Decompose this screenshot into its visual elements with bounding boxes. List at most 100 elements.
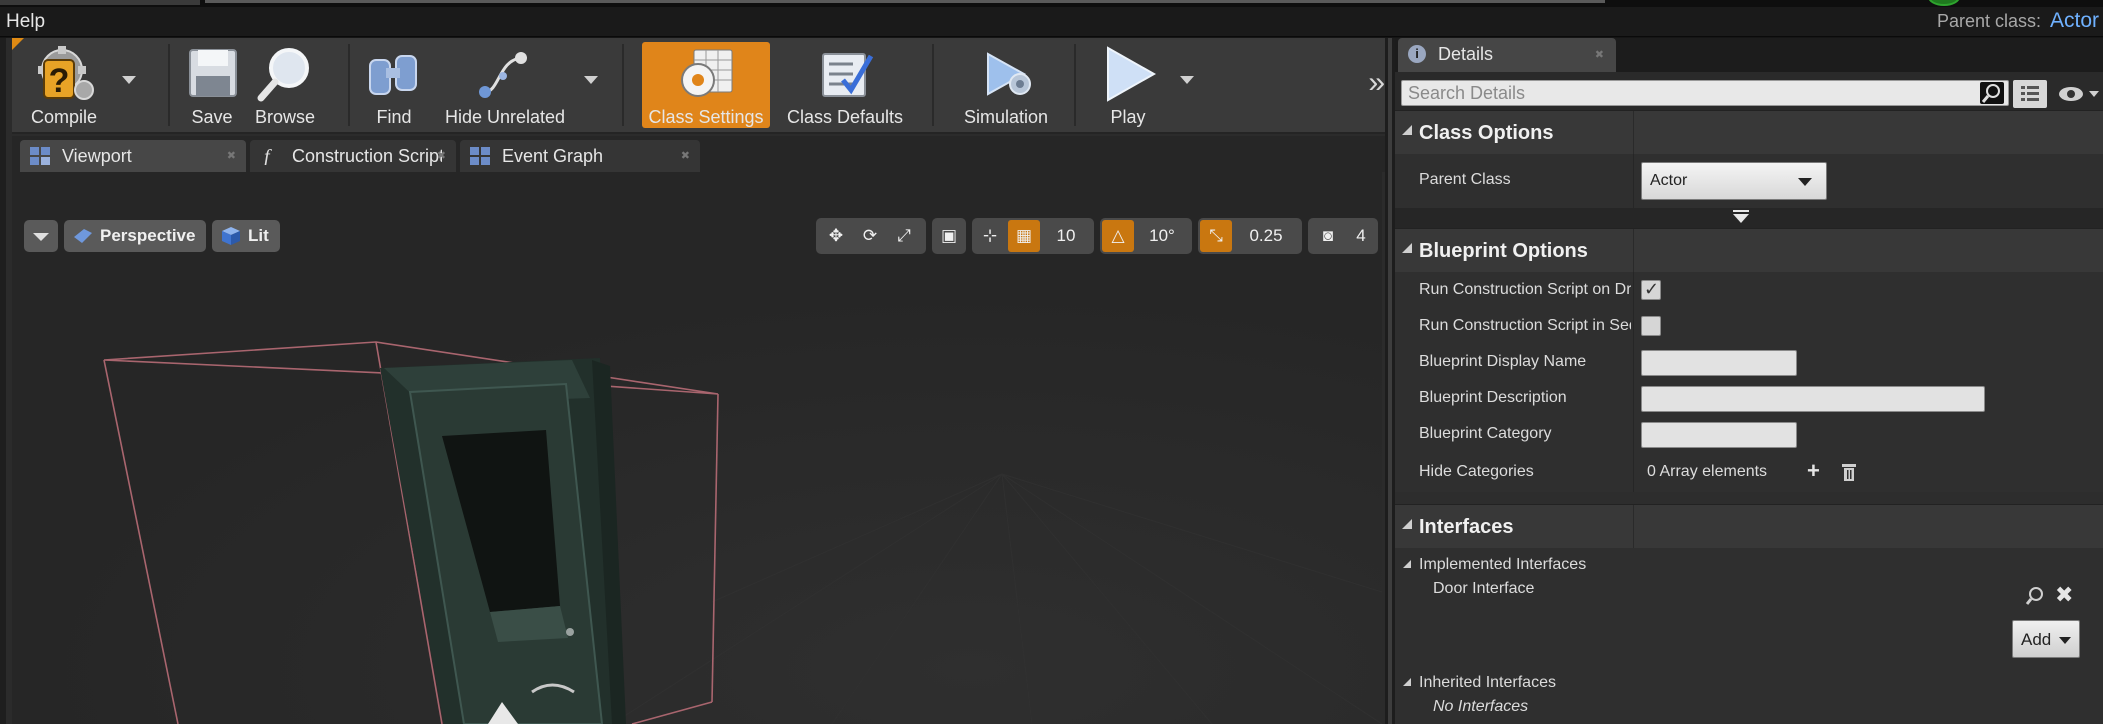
viewport-scene <box>12 172 1382 724</box>
translate-tool-icon[interactable]: ✥ <box>820 220 852 252</box>
eye-icon <box>2059 87 2099 101</box>
chevron-down-icon <box>1798 178 1812 186</box>
lit-cube-icon <box>222 227 240 245</box>
collapse-arrow-icon <box>1402 243 1412 253</box>
grid-snap-value[interactable]: 10 <box>1042 220 1090 252</box>
tab-viewport[interactable]: Viewport ✖ <box>20 140 246 172</box>
browse-magnifier-icon <box>257 48 309 102</box>
menu-help[interactable]: Help <box>6 11 45 33</box>
class-defaults-checklist-icon <box>822 53 874 97</box>
rotate-tool-icon[interactable]: ⟳ <box>854 220 886 252</box>
splitter-line <box>1388 38 1392 724</box>
close-tab-icon[interactable]: ✖ <box>1595 48 1604 61</box>
details-tab-bar: i Details ✖ <box>1395 38 2103 72</box>
section-blueprint-options[interactable]: Blueprint Options <box>1395 228 2103 273</box>
play-triangle-icon <box>1107 46 1157 102</box>
viewport-grid-icon <box>30 147 50 165</box>
property-matrix-button[interactable] <box>2013 80 2047 108</box>
svg-text:?: ? <box>49 62 70 100</box>
blueprint-display-name-field[interactable] <box>1641 350 1797 376</box>
property-row: Blueprint Description <box>1395 380 2103 416</box>
save-button[interactable]: Save <box>180 42 244 128</box>
close-tab-icon[interactable]: ✖ <box>437 149 446 162</box>
play-options-dropdown[interactable] <box>1180 76 1194 84</box>
class-defaults-button[interactable]: Class Defaults <box>780 42 910 128</box>
details-search-bar <box>1395 72 2103 110</box>
view-options-button[interactable] <box>2057 80 2101 108</box>
svg-text:f: f <box>264 147 272 165</box>
section-interfaces[interactable]: Interfaces <box>1395 504 2103 549</box>
section-class-options[interactable]: Class Options <box>1395 110 2103 155</box>
close-tab-icon[interactable]: ✖ <box>227 149 236 162</box>
tab-event-graph[interactable]: Event Graph ✖ <box>460 140 700 172</box>
hide-unrelated-button[interactable]: Hide Unrelated <box>436 42 574 128</box>
blueprint-description-field[interactable] <box>1641 386 1985 412</box>
source-control-status-icon[interactable] <box>1928 0 1960 6</box>
rotation-snap-toggle-icon[interactable]: △ <box>1102 220 1134 252</box>
rotation-snap-group: △ 10° <box>1100 218 1192 254</box>
browse-button[interactable]: Browse <box>248 42 322 128</box>
section-title: Class Options <box>1419 122 1554 144</box>
tab-details[interactable]: i Details ✖ <box>1398 38 1616 72</box>
search-icon[interactable] <box>1980 82 2004 104</box>
trash-icon[interactable] <box>1841 462 1857 482</box>
remove-interface-icon[interactable]: ✖ <box>2055 582 2073 608</box>
hide-unrelated-nodes-icon <box>479 52 527 98</box>
panel-splitter[interactable] <box>1385 38 1395 724</box>
column-divider <box>1633 272 1634 308</box>
search-details-input[interactable] <box>1408 82 1968 104</box>
implemented-interfaces-header[interactable]: Implemented Interfaces <box>1395 552 2103 578</box>
chevron-down-icon <box>2059 637 2071 644</box>
camera-speed-value[interactable]: 4 <box>1348 220 1374 252</box>
tab-construction-script[interactable]: f Construction Script ✖ <box>250 140 456 172</box>
window-title-strip <box>0 0 2103 7</box>
column-divider <box>1633 308 1634 344</box>
scale-snap-value[interactable]: 0.25 <box>1234 220 1298 252</box>
blueprint-editor-main: ? Compile Save Browse Find Hide Unrelate… <box>0 38 1391 724</box>
chevron-down-icon <box>33 233 49 241</box>
run-construction-script-in-sequencer-checkbox[interactable] <box>1641 316 1661 336</box>
property-row-parent-class: Parent Class Actor <box>1395 154 2103 208</box>
menu-bar: Help Parent class: Actor <box>0 7 2103 37</box>
find-button[interactable]: Find <box>362 42 426 128</box>
property-row: Run Construction Script on Drag <box>1395 272 2103 308</box>
coordinate-system-button[interactable]: ▣ <box>932 218 966 254</box>
info-icon: i <box>1408 45 1426 63</box>
viewport-options-button[interactable] <box>24 220 58 252</box>
scale-tool-icon[interactable]: ⤢ <box>888 220 920 252</box>
camera-speed-icon[interactable]: ◙ <box>1310 220 1346 252</box>
array-count: 0 Array elements <box>1647 463 1768 480</box>
property-label: Run Construction Script on Drag <box>1419 281 1631 298</box>
play-label: Play <box>1110 107 1146 127</box>
property-label: Blueprint Description <box>1419 389 1567 406</box>
parent-class-link[interactable]: Actor <box>2050 9 2099 33</box>
rotation-snap-value[interactable]: 10° <box>1136 220 1188 252</box>
close-tab-icon[interactable]: ✖ <box>681 149 690 162</box>
perspective-view-button[interactable]: Perspective <box>64 220 206 252</box>
browse-interface-icon[interactable] <box>2025 586 2045 606</box>
simulation-label: Simulation <box>963 107 1049 127</box>
viewport-3d[interactable]: Perspective Lit ✥ ⟳ ⤢ ▣ ⊹ ▦ 10 △ 10° ⤡ 0… <box>12 172 1382 724</box>
section-title: Interfaces <box>1419 516 1514 538</box>
toolbar-overflow-chevron-icon[interactable]: » <box>1368 66 1385 100</box>
inherited-interfaces-header[interactable]: Inherited Interfaces <box>1395 670 2103 696</box>
compile-button[interactable]: ? Compile <box>16 42 112 128</box>
parent-class-combo[interactable]: Actor <box>1641 162 1827 200</box>
property-row: Blueprint Category <box>1395 416 2103 452</box>
compile-options-dropdown[interactable] <box>122 76 136 84</box>
surface-snapping-icon[interactable]: ⊹ <box>974 220 1006 252</box>
hide-unrelated-dropdown[interactable] <box>584 76 598 84</box>
add-interface-button[interactable]: Add <box>2012 620 2080 658</box>
run-construction-script-on-drag-checkbox[interactable] <box>1641 279 1661 300</box>
section-title: Blueprint Options <box>1419 240 1588 262</box>
lit-view-mode-button[interactable]: Lit <box>212 220 280 252</box>
class-settings-button[interactable]: Class Settings <box>642 42 770 128</box>
simulation-button[interactable]: Simulation <box>948 42 1064 128</box>
add-element-icon[interactable]: + <box>1807 458 1820 484</box>
blueprint-category-field[interactable] <box>1641 422 1797 448</box>
scale-snap-toggle-icon[interactable]: ⤡ <box>1200 220 1232 252</box>
grid-snap-toggle-icon[interactable]: ▦ <box>1008 220 1040 252</box>
play-button[interactable]: Play <box>1092 42 1164 128</box>
find-binoculars-icon <box>369 55 417 95</box>
advanced-expander[interactable] <box>1395 208 2103 228</box>
